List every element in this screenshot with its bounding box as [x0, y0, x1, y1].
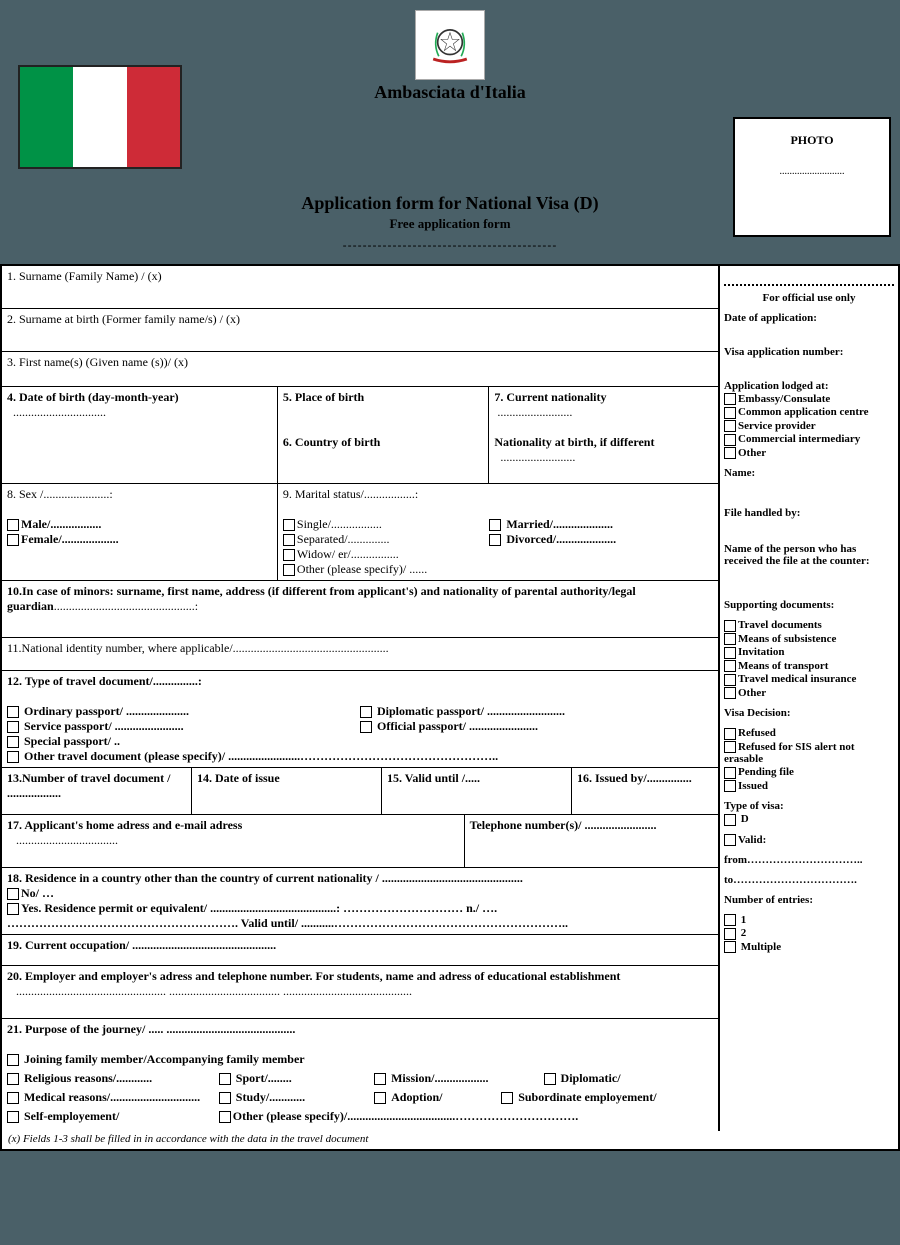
checkbox-subordinate[interactable] — [501, 1092, 513, 1104]
official-use-label: For official use only — [724, 292, 894, 304]
field-16[interactable]: 16. Issued by/............... — [572, 768, 718, 815]
field-4[interactable]: 4. Date of birth (day-month-year) ......… — [2, 387, 278, 484]
field-12[interactable]: 12. Type of travel document/............… — [2, 671, 718, 768]
checkbox-male[interactable] — [7, 519, 19, 531]
received-by: Name of the person who has received the … — [724, 543, 894, 567]
field-9[interactable]: 9. Marital status/.................: Sin… — [278, 484, 718, 581]
checkbox-refused-sis[interactable] — [724, 741, 736, 753]
checkbox-valid[interactable] — [724, 834, 736, 846]
field-8[interactable]: 8. Sex /......................: Male/...… — [2, 484, 278, 581]
checkbox-service-provider[interactable] — [724, 420, 736, 432]
checkbox-medical-ins[interactable] — [724, 674, 736, 686]
checkbox-other-docs[interactable] — [724, 687, 736, 699]
checkbox-study[interactable] — [219, 1092, 231, 1104]
checkbox-sport[interactable] — [219, 1073, 231, 1085]
checkbox-refused[interactable] — [724, 728, 736, 740]
field-10[interactable]: 10.In case of minors: surname, first nam… — [2, 581, 718, 638]
checkbox-residence-yes[interactable] — [7, 903, 19, 915]
checkbox-other-travel-doc[interactable] — [7, 751, 19, 763]
checkbox-widow[interactable] — [283, 549, 295, 561]
checkbox-married[interactable] — [489, 519, 501, 531]
visa-app-number: Visa application number: — [724, 346, 894, 358]
checkbox-entries-1[interactable] — [724, 914, 736, 926]
lodged-at-label: Application lodged at: — [724, 380, 894, 392]
field-15[interactable]: 15. Valid until /..... — [382, 768, 572, 815]
checkbox-subsistence[interactable] — [724, 633, 736, 645]
checkbox-transport[interactable] — [724, 660, 736, 672]
checkbox-special-passport[interactable] — [7, 736, 19, 748]
checkbox-separated[interactable] — [283, 534, 295, 546]
checkbox-entries-multiple[interactable] — [724, 941, 736, 953]
checkbox-entries-2[interactable] — [724, 928, 736, 940]
field-3[interactable]: 3. First name(s) (Given name (s))/ (x) — [2, 352, 718, 387]
field-2[interactable]: 2. Surname at birth (Former family name/… — [2, 309, 718, 352]
valid-to: to……………………………. — [724, 874, 894, 886]
field-18[interactable]: 18. Residence in a country other than th… — [2, 868, 718, 935]
field-7[interactable]: 7. Current nationality .................… — [489, 387, 718, 484]
field-17[interactable]: 17. Applicant's home adress and e-mail a… — [2, 815, 465, 868]
file-handled: File handled by: — [724, 507, 894, 519]
checkbox-service-passport[interactable] — [7, 721, 19, 733]
checkbox-visa-d[interactable] — [724, 814, 736, 826]
checkbox-single[interactable] — [283, 519, 295, 531]
checkbox-travel-docs[interactable] — [724, 620, 736, 632]
photo-dots: .......................... — [735, 166, 889, 177]
checkbox-embassy[interactable] — [724, 393, 736, 405]
photo-box: PHOTO .......................... — [733, 117, 891, 237]
checkbox-pending[interactable] — [724, 767, 736, 779]
field-1[interactable]: 1. Surname (Family Name) / (x) — [2, 266, 718, 309]
visa-decision-label: Visa Decision: — [724, 707, 894, 719]
official-use-sidebar: For official use only Date of applicatio… — [720, 266, 898, 1131]
italian-flag — [18, 65, 182, 169]
photo-label: PHOTO — [790, 133, 833, 147]
field-11[interactable]: 11.National identity number, where appli… — [2, 638, 718, 671]
checkbox-commercial[interactable] — [724, 434, 736, 446]
footnote: (x) Fields 1-3 shall be filled in in acc… — [0, 1131, 900, 1151]
checkbox-medical[interactable] — [7, 1092, 19, 1104]
field-19[interactable]: 19. Current occupation/ ................… — [2, 935, 718, 966]
checkbox-common-centre[interactable] — [724, 407, 736, 419]
checkbox-other-lodged[interactable] — [724, 447, 736, 459]
checkbox-female[interactable] — [7, 534, 19, 546]
field-14[interactable]: 14. Date of issue — [192, 768, 382, 815]
checkbox-ordinary-passport[interactable] — [7, 706, 19, 718]
checkbox-joining-family[interactable] — [7, 1054, 19, 1066]
checkbox-mission[interactable] — [374, 1073, 386, 1085]
entries-label: Number of entries: — [724, 894, 894, 906]
field-17-phone[interactable]: Telephone number(s)/ ...................… — [465, 815, 718, 868]
checkbox-religious[interactable] — [7, 1073, 19, 1085]
checkbox-other-marital[interactable] — [283, 564, 295, 576]
field-5-6[interactable]: 5. Place of birth6. Country of birth — [278, 387, 489, 484]
checkbox-diplomatic-passport[interactable] — [360, 706, 372, 718]
field-20[interactable]: 20. Employer and employer's adress and t… — [2, 966, 718, 1019]
form-main: 1. Surname (Family Name) / (x) 2. Surnam… — [2, 266, 720, 1131]
checkbox-other-purpose[interactable] — [219, 1111, 231, 1123]
type-of-visa-label: Type of visa: — [724, 800, 894, 812]
italy-emblem-icon — [415, 10, 485, 80]
field-21[interactable]: 21. Purpose of the journey/ ..... ......… — [2, 1019, 718, 1131]
checkbox-diplomatic[interactable] — [544, 1073, 556, 1085]
field-13[interactable]: 13.Number of travel document / .........… — [2, 768, 192, 815]
checkbox-residence-no[interactable] — [7, 888, 19, 900]
valid-from: from………………………….. — [724, 854, 894, 866]
side-name: Name: — [724, 467, 894, 479]
checkbox-self-employment[interactable] — [7, 1111, 19, 1123]
date-of-application: Date of application: — [724, 312, 894, 324]
divider-dots: ----------------------------------------… — [0, 238, 900, 252]
checkbox-divorced[interactable] — [489, 534, 501, 546]
supporting-docs-label: Supporting documents: — [724, 599, 894, 611]
checkbox-invitation[interactable] — [724, 647, 736, 659]
checkbox-issued[interactable] — [724, 780, 736, 792]
checkbox-official-passport[interactable] — [360, 721, 372, 733]
checkbox-adoption[interactable] — [374, 1092, 386, 1104]
